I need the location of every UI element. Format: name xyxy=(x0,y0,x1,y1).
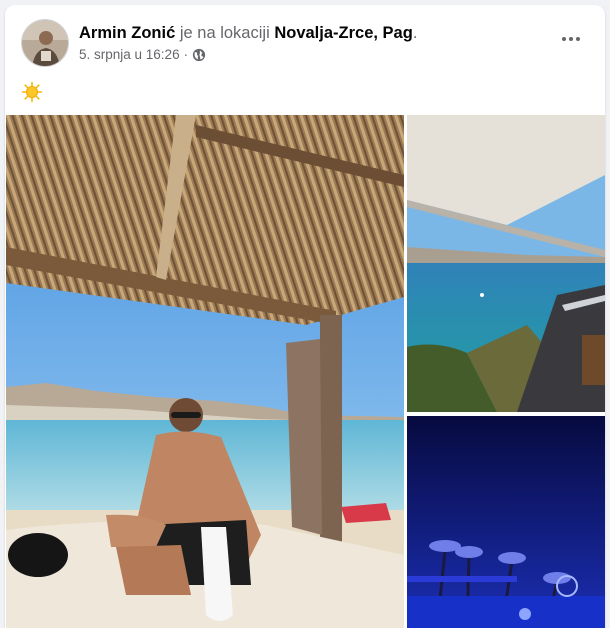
more-options-button[interactable] xyxy=(555,27,587,51)
globe-icon[interactable] xyxy=(192,48,206,62)
more-dot xyxy=(576,37,580,41)
beach-cabana-photo[interactable] xyxy=(6,115,404,628)
sun-emoji xyxy=(21,81,43,103)
more-dot xyxy=(569,37,573,41)
author-avatar[interactable] xyxy=(21,19,69,67)
author-name[interactable]: Armin Zonić xyxy=(79,24,175,42)
more-dot xyxy=(562,37,566,41)
post-header-line: Armin Zonić je na lokaciji Novalja-Zrce,… xyxy=(79,22,417,44)
post-meta: 5. srpnja u 16:26 · xyxy=(79,46,206,64)
location-name[interactable]: Novalja-Zrce, Pag xyxy=(274,24,412,42)
post-card: Armin Zonić je na lokaciji Novalja-Zrce,… xyxy=(5,5,605,628)
sea-terrace-view-photo[interactable] xyxy=(407,115,605,412)
meta-separator: · xyxy=(183,47,189,62)
post-timestamp[interactable]: 5. srpnja u 16:26 xyxy=(79,46,180,64)
location-connector-text: je na lokaciji xyxy=(175,24,275,42)
night-palm-lights-photo[interactable] xyxy=(407,416,605,628)
header-trailing-period: . xyxy=(412,24,418,42)
